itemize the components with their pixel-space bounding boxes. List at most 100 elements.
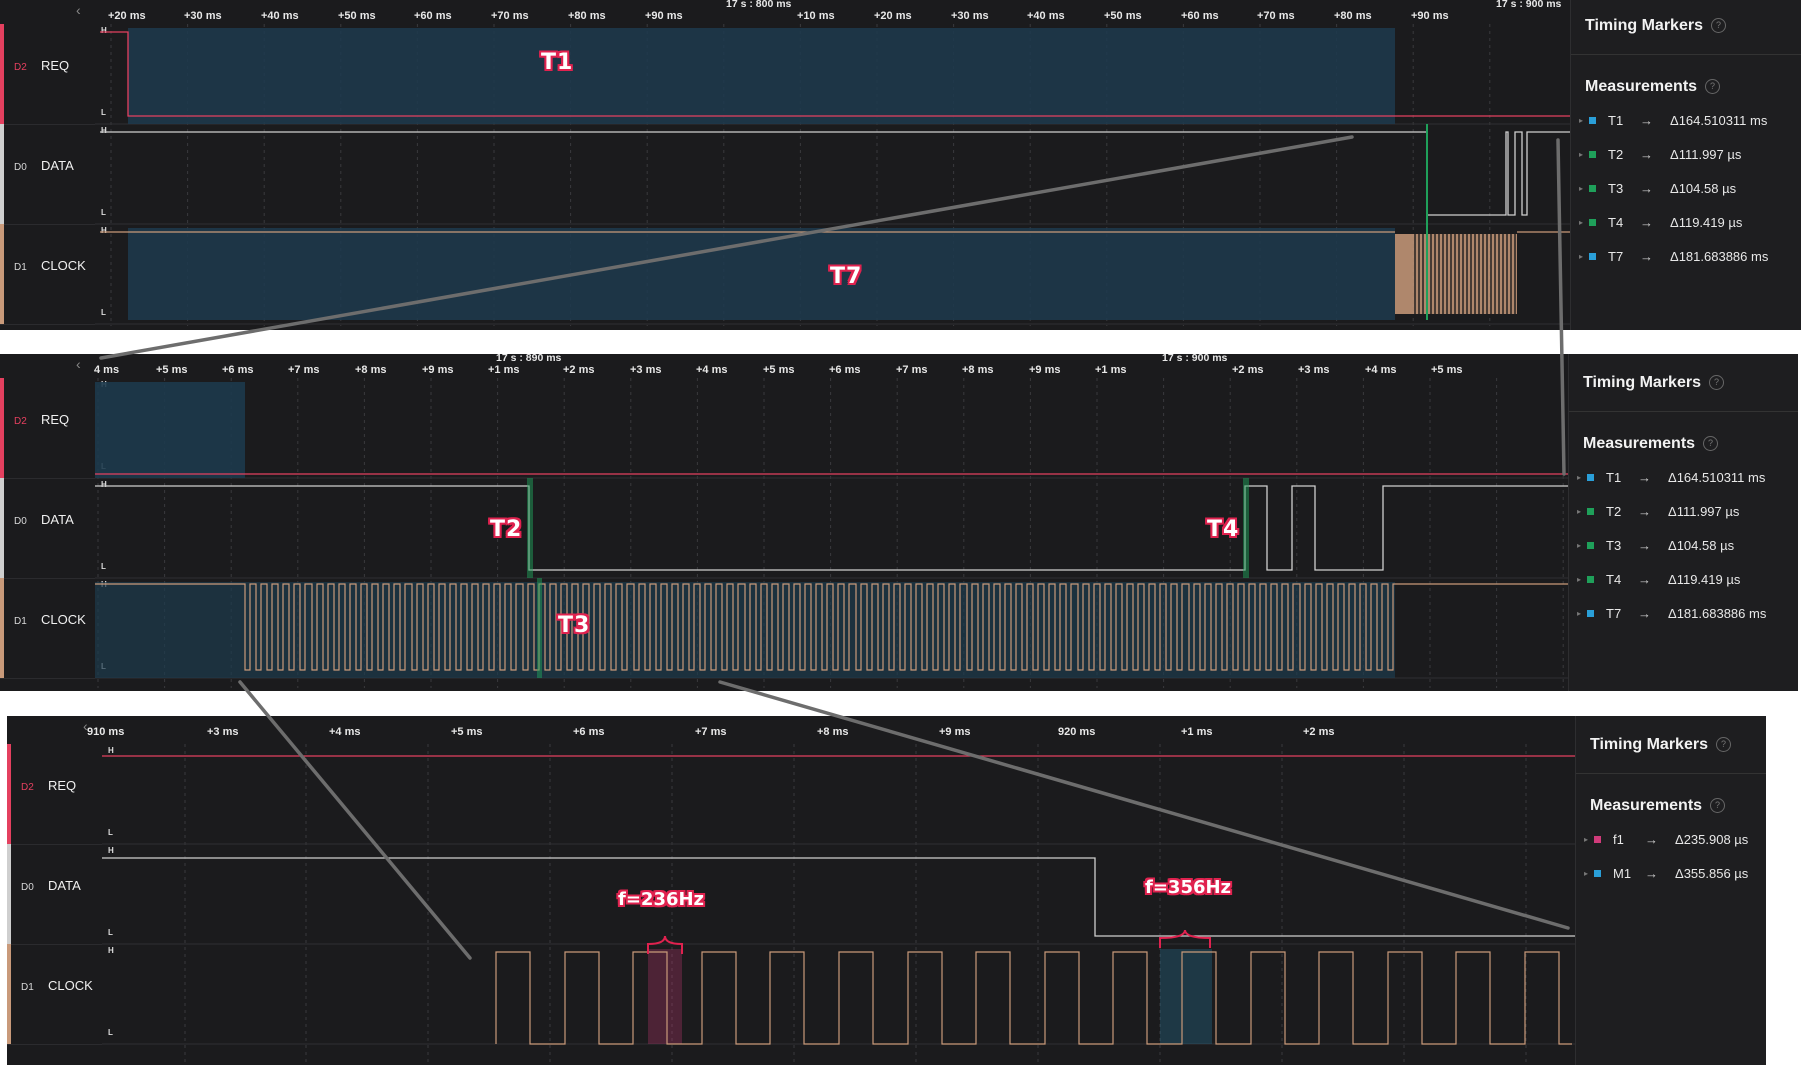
expand-caret-icon[interactable]: ▸ xyxy=(1577,609,1581,618)
arrow-icon: → xyxy=(1640,181,1654,196)
measurement-value: Δ111.997 µs xyxy=(1668,504,1740,519)
help-icon[interactable]: ? xyxy=(1710,18,1726,33)
scroll-left-icon[interactable]: ‹ xyxy=(76,356,81,372)
time-tick-label: +80 ms xyxy=(568,10,606,22)
measurement-name: T7 xyxy=(1606,606,1622,621)
channel-data[interactable]: D0 DATA xyxy=(0,124,95,225)
measurement-row[interactable]: ▸ T2 → Δ111.997 µs xyxy=(1579,147,1741,162)
channel-color-bar xyxy=(7,944,11,1044)
arrow-icon: → xyxy=(1638,538,1652,553)
channel-name: DATA xyxy=(41,158,74,173)
time-tick-label: +30 ms xyxy=(951,10,989,22)
channel-number: D2 xyxy=(14,416,27,427)
measurement-region-f1 xyxy=(648,949,682,1044)
channel-name: CLOCK xyxy=(48,978,93,993)
channel-clock[interactable]: D1 CLOCK xyxy=(0,224,95,325)
channel-number: D0 xyxy=(14,162,27,173)
arrow-icon: → xyxy=(1640,113,1654,128)
time-tick-label: 920 ms xyxy=(1058,726,1096,738)
expand-caret-icon[interactable]: ▸ xyxy=(1577,541,1581,550)
measurements-heading[interactable]: Measurements? xyxy=(1585,78,1721,96)
time-ruler[interactable]: 4 ms +5 ms +6 ms +7 ms +8 ms +9 ms +1 ms +2 ms +… xyxy=(0,354,1568,378)
time-tick-label: +7 ms xyxy=(896,364,928,376)
measurements-heading[interactable]: Measurements? xyxy=(1590,797,1726,815)
expand-caret-icon[interactable]: ▸ xyxy=(1577,575,1581,584)
measurement-row[interactable]: ▸ T7 → Δ181.683886 ms xyxy=(1579,249,1768,264)
marker-color-swatch xyxy=(1594,836,1602,843)
marker-color-swatch xyxy=(1589,117,1597,124)
time-header-label: 17 s : 890 ms xyxy=(496,354,562,364)
measurement-row[interactable]: ▸ T1 → Δ164.510311 ms xyxy=(1577,470,1765,485)
expand-caret-icon[interactable]: ▸ xyxy=(1579,116,1583,125)
waveform-area[interactable]: HLHLHL xyxy=(95,378,1568,688)
measurement-name: T3 xyxy=(1608,181,1624,196)
channel-number: D2 xyxy=(14,62,27,73)
waveform-area[interactable]: HLHLHL xyxy=(102,744,1575,1062)
time-ruler[interactable]: 910 ms +3 ms +4 ms +5 ms +6 ms +7 ms +8 ms +9 m… xyxy=(7,716,1575,740)
time-tick-label: +4 ms xyxy=(1365,364,1397,376)
help-icon[interactable]: ? xyxy=(1715,737,1731,752)
help-icon[interactable]: ? xyxy=(1703,436,1719,451)
expand-caret-icon[interactable]: ▸ xyxy=(1579,150,1583,159)
scroll-left-icon[interactable]: ‹ xyxy=(76,2,81,18)
marker-color-swatch xyxy=(1589,151,1597,158)
expand-caret-icon[interactable]: ▸ xyxy=(1577,507,1581,516)
level-low-label: L xyxy=(108,928,113,937)
measurement-row[interactable]: ▸ T2 → Δ111.997 µs xyxy=(1577,504,1739,519)
measurement-row[interactable]: ▸ T3 → Δ104.58 µs xyxy=(1577,538,1734,553)
expand-caret-icon[interactable]: ▸ xyxy=(1579,218,1583,227)
channel-req[interactable]: D2 REQ xyxy=(7,744,102,845)
measurement-row[interactable]: ▸ T1 → Δ164.510311 ms xyxy=(1579,113,1767,128)
level-low-label: L xyxy=(101,208,106,217)
measurement-row[interactable]: ▸ T3 → Δ104.58 µs xyxy=(1579,181,1736,196)
measurement-value: Δ164.510311 ms xyxy=(1670,113,1768,128)
channel-clock[interactable]: D1 CLOCK xyxy=(0,578,95,679)
measurement-name: T2 xyxy=(1606,504,1622,519)
expand-caret-icon[interactable]: ▸ xyxy=(1577,473,1581,482)
time-tick-label: +40 ms xyxy=(261,10,299,22)
level-low-label: L xyxy=(108,1028,113,1037)
time-ruler[interactable]: +20 ms +30 ms +40 ms +50 ms +60 ms +70 ms +80 … xyxy=(0,0,1570,24)
marker-t-line xyxy=(537,578,542,678)
channel-req[interactable]: D2 REQ xyxy=(0,378,95,479)
scroll-left-icon[interactable]: ‹ xyxy=(83,718,88,734)
marker-region-t7 xyxy=(128,228,1395,320)
measurement-name: T7 xyxy=(1608,249,1624,264)
channel-data[interactable]: D0 DATA xyxy=(7,844,102,945)
help-icon[interactable]: ? xyxy=(1710,798,1726,813)
measurement-row[interactable]: ▸ M1 → Δ355.856 µs xyxy=(1584,866,1748,881)
level-low-label: L xyxy=(101,562,106,571)
channel-clock[interactable]: D1 CLOCK xyxy=(7,944,102,1045)
help-icon[interactable]: ? xyxy=(1705,79,1721,94)
expand-caret-icon[interactable]: ▸ xyxy=(1584,835,1588,844)
marker-color-swatch xyxy=(1587,576,1595,583)
time-tick-label: 4 ms xyxy=(94,364,120,376)
channel-data[interactable]: D0 DATA xyxy=(0,478,95,579)
level-low-label: L xyxy=(101,308,106,317)
time-tick-label: +9 ms xyxy=(1029,364,1061,376)
time-tick-label: +2 ms xyxy=(1232,364,1264,376)
annotation-label: T3 xyxy=(558,613,591,638)
timing-markers-heading[interactable]: Timing Markers? xyxy=(1583,374,1724,392)
time-tick-label: +6 ms xyxy=(573,726,605,738)
time-tick-label: +1 ms xyxy=(488,364,520,376)
measurement-value: Δ119.419 µs xyxy=(1668,572,1741,587)
measurement-name: T3 xyxy=(1606,538,1622,553)
expand-caret-icon[interactable]: ▸ xyxy=(1579,184,1583,193)
channel-req[interactable]: D2 REQ xyxy=(0,24,95,125)
expand-caret-icon[interactable]: ▸ xyxy=(1579,252,1583,261)
timing-markers-heading[interactable]: Timing Markers? xyxy=(1585,17,1726,35)
measurement-row[interactable]: ▸ T4 → Δ119.419 µs xyxy=(1579,215,1742,230)
measurement-value: Δ181.683886 ms xyxy=(1668,606,1767,621)
timing-markers-heading[interactable]: Timing Markers? xyxy=(1590,736,1731,754)
channel-name: CLOCK xyxy=(41,258,86,273)
marker-color-swatch xyxy=(1587,610,1595,617)
measurement-row[interactable]: ▸ T7 → Δ181.683886 ms xyxy=(1577,606,1766,621)
measurements-heading[interactable]: Measurements? xyxy=(1583,435,1719,453)
measurement-row[interactable]: ▸ T4 → Δ119.419 µs xyxy=(1577,572,1740,587)
help-icon[interactable]: ? xyxy=(1708,375,1724,390)
measurement-row[interactable]: ▸ f1 → Δ235.908 µs xyxy=(1584,832,1748,847)
measurement-name: T2 xyxy=(1608,147,1624,162)
expand-caret-icon[interactable]: ▸ xyxy=(1584,869,1588,878)
measurement-region-m1 xyxy=(1160,949,1212,1044)
